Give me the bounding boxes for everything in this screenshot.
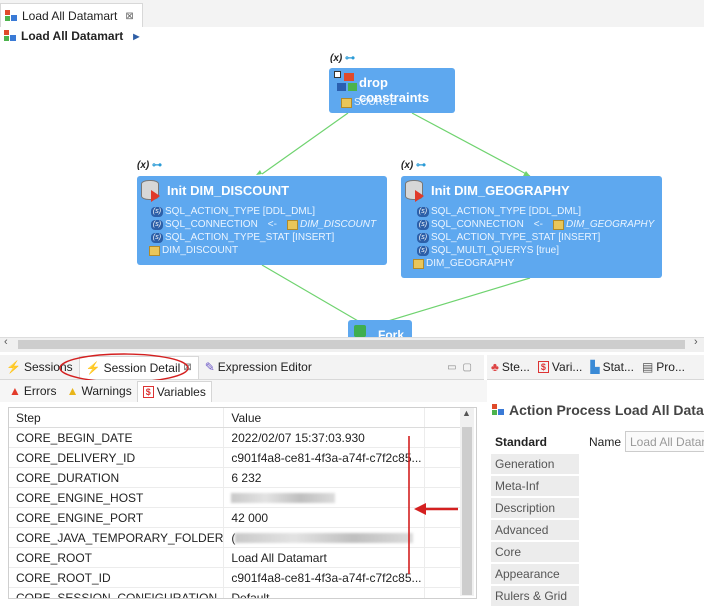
table-row[interactable]: CORE_ENGINE_PORT 42 000 xyxy=(9,507,461,528)
tab-warnings[interactable]: ▲ Warnings xyxy=(62,381,137,401)
table-header: Step Value xyxy=(9,408,461,428)
process-icon xyxy=(492,404,505,416)
node-param: (s) SQL_ACTION_TYPE_STAT [INSERT] xyxy=(151,232,335,243)
category-appearance[interactable]: Appearance xyxy=(491,564,579,585)
right-view-tab-bar: ♣ Ste... $ Vari... ▙ Stat... ▤ Pro... xyxy=(487,355,704,380)
category-description[interactable]: Description xyxy=(491,498,579,519)
editor-tab-title: Load All Datamart xyxy=(22,9,118,23)
table-row[interactable]: CORE_ROOT_ID c901f4a8-ce81-4f3a-a74f-c7f2… xyxy=(9,567,461,588)
editor-tab[interactable]: Load All Datamart ⊠ xyxy=(0,3,143,28)
horizontal-scroll-thumb[interactable] xyxy=(18,340,685,349)
close-icon[interactable]: ⊠ xyxy=(125,11,133,22)
node-param: (s) SQL_ACTION_TYPE_STAT [INSERT] xyxy=(417,232,601,243)
node-title: Init DIM_GEOGRAPHY xyxy=(431,183,570,198)
scroll-right-icon[interactable]: › xyxy=(694,336,698,348)
tab-steps[interactable]: ♣ Ste... xyxy=(487,356,534,378)
node-param: (s) SQL_CONNECTION <- DIM_GEOGRAPHY xyxy=(417,219,655,230)
node-fork[interactable]: Fork xyxy=(348,320,412,337)
node-init-dim-discount[interactable]: Init DIM_DISCOUNT (s) SQL_ACTION_TYPE [DD… xyxy=(137,176,387,265)
name-label: Name xyxy=(589,435,622,449)
node-param: (s) SQL_CONNECTION <- DIM_DISCOUNT xyxy=(151,219,377,230)
redacted-value xyxy=(231,493,336,504)
variable-icon: $ xyxy=(142,385,154,398)
fork-icon xyxy=(354,325,366,337)
node-resource: SOURCE xyxy=(341,97,397,108)
link-geography-fork xyxy=(374,277,531,326)
properties-icon: ▤ xyxy=(641,360,654,374)
tab-statistics[interactable]: ▙ Stat... xyxy=(586,356,638,378)
category-core[interactable]: Core xyxy=(491,542,579,563)
link-drop-discount xyxy=(261,112,349,175)
category-meta-inf[interactable]: Meta-Inf xyxy=(491,476,579,497)
node-drop-constraints[interactable]: drop constraints SOURCE xyxy=(329,68,455,113)
node-resource: DIM_GEOGRAPHY xyxy=(413,258,514,269)
process-icon xyxy=(334,71,358,93)
vertical-scroll-thumb[interactable] xyxy=(462,427,472,595)
diagram-canvas[interactable]: (x) ⊶ drop constraints SOURCE (x) ⊶ Init… xyxy=(0,45,704,337)
redacted-value xyxy=(235,533,414,544)
database-icon xyxy=(141,180,161,202)
lightning-icon: ⚡ xyxy=(6,360,21,374)
steps-icon: ♣ xyxy=(491,360,499,374)
param-badge: (x) ⊶ xyxy=(330,53,356,64)
variable-icon: $ xyxy=(537,361,549,373)
table-row[interactable]: CORE_ENGINE_HOST xyxy=(9,487,461,508)
node-title: Fork xyxy=(378,328,405,337)
breadcrumb-arrow-icon[interactable]: ▶ xyxy=(133,32,139,41)
process-icon xyxy=(4,30,17,42)
table-row[interactable]: CORE_SESSION_CONFIGURATION Default xyxy=(9,587,461,598)
node-init-dim-geography[interactable]: Init DIM_GEOGRAPHY (s) SQL_ACTION_TYPE [D… xyxy=(401,176,662,278)
category-standard[interactable]: Standard xyxy=(491,432,579,453)
editor-tab-bar: Load All Datamart ⊠ xyxy=(0,0,704,28)
node-param: (s) SQL_ACTION_TYPE [DDL_DML] xyxy=(417,206,582,217)
table-row[interactable]: CORE_ROOT Load All Datamart xyxy=(9,547,461,568)
tab-variables[interactable]: $ Variables xyxy=(136,380,212,402)
folder-icon xyxy=(341,97,352,108)
warning-icon: ▲ xyxy=(66,384,79,398)
node-resource: DIM_DISCOUNT xyxy=(149,245,238,256)
tab-variables-view[interactable]: $ Vari... xyxy=(534,356,586,378)
link-arrow xyxy=(256,170,262,175)
database-icon xyxy=(405,180,425,202)
node-title: Init DIM_DISCOUNT xyxy=(167,183,290,198)
annotation-arrow xyxy=(408,436,458,574)
minimize-maximize-icon[interactable]: ▭▢ xyxy=(447,362,478,373)
link-discount-fork xyxy=(261,264,366,326)
breadcrumb-label[interactable]: Load All Datamart xyxy=(21,29,123,43)
node-param: (s) SQL_ACTION_TYPE [DDL_DML] xyxy=(151,206,316,217)
table-row[interactable]: CORE_BEGIN_DATE 2022/02/07 15:37:03.930 xyxy=(9,427,461,448)
table-row[interactable]: CORE_JAVA_TEMPORARY_FOLDER( xyxy=(9,527,461,548)
breadcrumb: Load All Datamart ▶ xyxy=(0,27,704,45)
detail-sub-tabs: ▲ Errors ▲ Warnings $ Variables xyxy=(0,380,488,402)
param-badge: (x) ⊶ xyxy=(401,160,427,171)
param-badge: (x) ⊶ xyxy=(137,160,163,171)
tab-expression-editor[interactable]: ✎ Expression Editor xyxy=(199,356,318,378)
process-icon xyxy=(5,10,18,22)
column-header-step[interactable]: Step xyxy=(9,408,225,428)
error-icon: ▲ xyxy=(9,384,21,398)
pencil-icon: ✎ xyxy=(204,360,215,374)
name-field[interactable] xyxy=(625,431,704,452)
category-advanced[interactable]: Advanced xyxy=(491,520,579,541)
column-header-value[interactable]: Value xyxy=(223,408,426,428)
node-param: (s) SQL_MULTI_QUERYS [true] xyxy=(417,245,560,256)
scroll-up-icon[interactable]: ▲ xyxy=(462,408,471,418)
category-generation[interactable]: Generation xyxy=(491,454,579,475)
link-drop-geography xyxy=(411,112,531,177)
table-row[interactable]: CORE_DURATION 6 232 xyxy=(9,467,461,488)
chart-icon: ▙ xyxy=(590,360,600,374)
table-row[interactable]: CORE_DELIVERY_ID c901f4a8-ce81-4f3a-a74f-… xyxy=(9,447,461,468)
scroll-left-icon[interactable]: ‹ xyxy=(4,336,8,348)
properties-title: Action Process Load All Data xyxy=(492,402,704,418)
tab-errors[interactable]: ▲ Errors xyxy=(4,381,62,401)
tab-properties[interactable]: ▤ Pro... xyxy=(638,356,689,378)
